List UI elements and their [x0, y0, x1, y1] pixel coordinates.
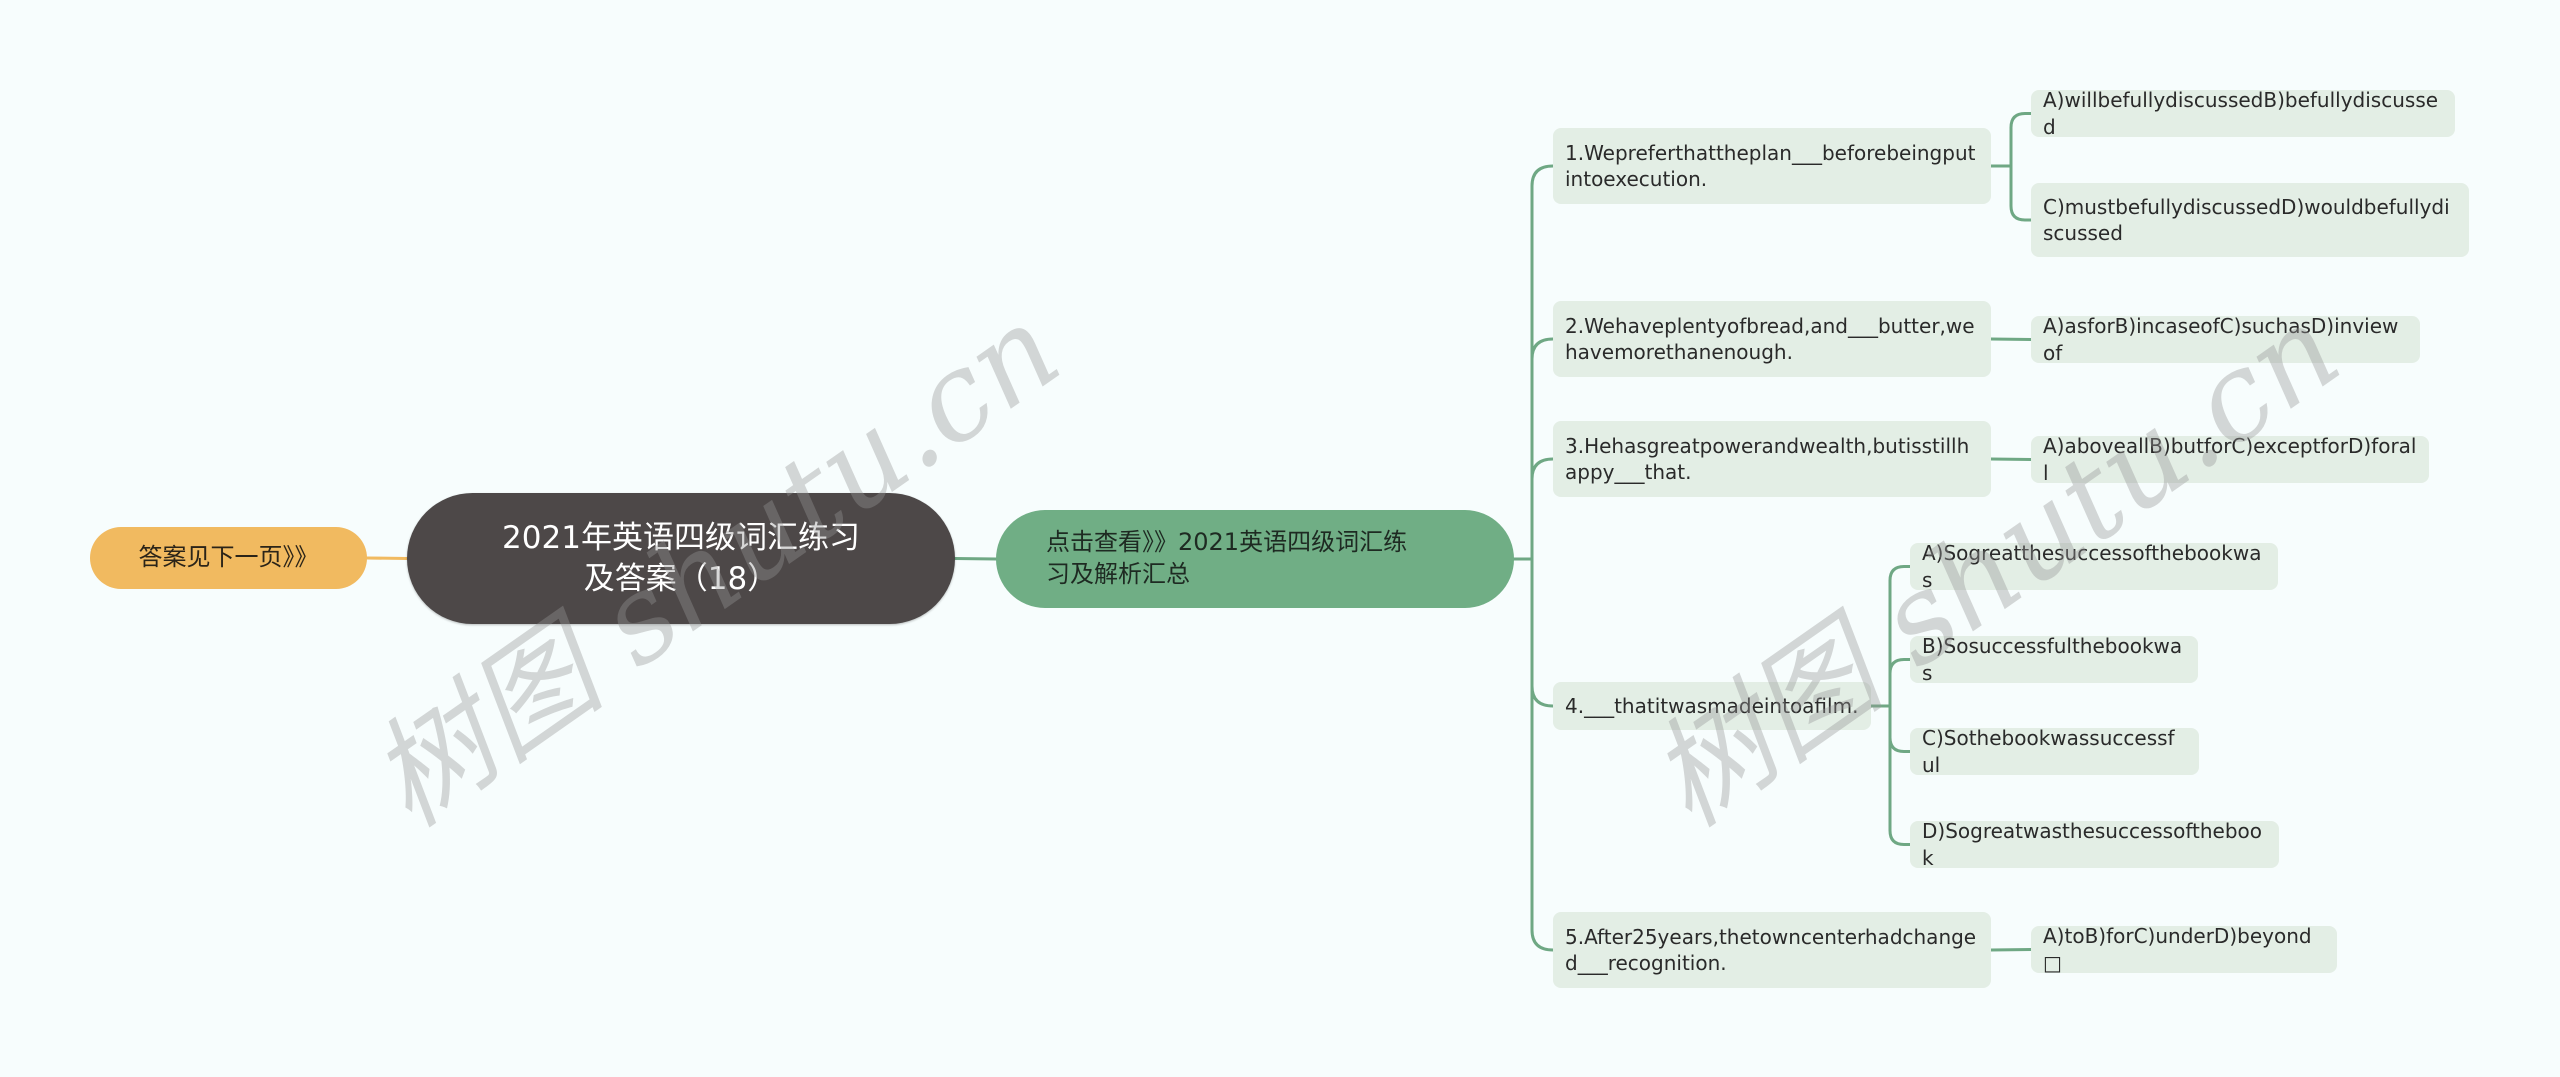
question-text: 4.___thatitwasmadeintoafilm.: [1565, 693, 1859, 718]
option-node[interactable]: A)asforB)incaseofC)suchasD)inviewof: [2031, 314, 2420, 365]
option-node[interactable]: C)Sothebookwassuccessful: [1910, 726, 2199, 777]
link-sub-question-5: [1530, 557, 1555, 952]
answer-next-page-node[interactable]: 答案见下一页》》: [90, 527, 367, 589]
option-node[interactable]: A)Sogreatthesuccessofthebookwas: [1910, 541, 2278, 592]
question-node-5[interactable]: 5.After25years,thetowncenterhadchanged__…: [1553, 912, 1991, 988]
root-topic-line2: 及答案（18）: [583, 560, 779, 597]
option-node[interactable]: A)aboveallB)butforC)exceptforD)forall: [2031, 434, 2429, 485]
summary-link-line1: 点击查看》》2021英语四级词汇练: [1046, 528, 1408, 557]
root-topic-node[interactable]: 2021年英语四级词汇练习 及答案（18）: [407, 493, 955, 624]
link-question-4-option-3: [1888, 704, 1912, 846]
option-text: A)Sogreatthesuccessofthebookwas: [1922, 541, 2262, 592]
option-node[interactable]: A)willbefullydiscussedB)befullydiscussed: [2031, 88, 2455, 139]
question-node-1[interactable]: 1.Wepreferthattheplan___beforebeingputin…: [1553, 128, 1991, 204]
option-text: C)Sothebookwassuccessful: [1922, 726, 2175, 777]
link-question-5-option: [1989, 948, 2033, 952]
link-question-1-option-1: [2009, 164, 2033, 222]
link-question-3-option: [1989, 457, 2033, 461]
summary-link-line2: 习及解析汇总: [1046, 560, 1190, 588]
option-text: A)toB)forC)underD)beyond□: [2043, 924, 2312, 975]
link-sub-question-3: [1530, 457, 1555, 561]
question-node-4[interactable]: 4.___thatitwasmadeintoafilm.: [1553, 682, 1871, 730]
option-node[interactable]: B)Sosuccessfulthebookwas: [1910, 634, 2198, 685]
root-topic-line1: 2021年英语四级词汇练习: [502, 519, 860, 556]
link-question-1-option-0: [2009, 112, 2033, 168]
answer-next-page-label: 答案见下一页》》: [138, 543, 319, 572]
link-sub-question-2: [1530, 337, 1555, 561]
option-text: B)Sosuccessfulthebookwas: [1922, 634, 2183, 685]
summary-link-node[interactable]: 点击查看》》2021英语四级词汇练 习及解析汇总: [996, 510, 1514, 608]
question-text: 5.After25years,thetowncenterhadchanged__…: [1565, 924, 1977, 975]
option-text: A)asforB)incaseofC)suchasD)inviewof: [2043, 314, 2399, 365]
link-question-4-option-0: [1888, 565, 1912, 708]
question-text: 2.Wehaveplentyofbread,and___butter,wehav…: [1565, 313, 1975, 364]
option-text: D)Sogreatwasthesuccessofthebook: [1922, 819, 2263, 870]
question-text: 3.Hehasgreatpowerandwealth,butisstillhap…: [1565, 433, 1970, 484]
option-text: C)mustbefullydiscussedD)wouldbefullydisc…: [2043, 194, 2450, 245]
option-text: A)willbefullydiscussedB)befullydiscussed: [2043, 88, 2439, 139]
link-sub-question-4: [1530, 557, 1555, 708]
link-question-4-option-1: [1888, 658, 1912, 708]
question-node-2[interactable]: 2.Wehaveplentyofbread,and___butter,wehav…: [1553, 301, 1991, 377]
option-text: A)aboveallB)butforC)exceptforD)forall: [2043, 434, 2417, 485]
link-sub-question-1: [1530, 164, 1555, 561]
question-node-3[interactable]: 3.Hehasgreatpowerandwealth,butisstillhap…: [1553, 421, 1991, 497]
link-root-left: [365, 556, 409, 560]
link-root-sub: [953, 557, 998, 561]
link-question-4-option-2: [1888, 704, 1912, 753]
link-question-2-option: [1989, 337, 2033, 341]
option-node[interactable]: C)mustbefullydiscussedD)wouldbefullydisc…: [2031, 183, 2469, 257]
question-text: 1.Wepreferthattheplan___beforebeingputin…: [1565, 140, 1976, 191]
option-node[interactable]: A)toB)forC)underD)beyond□: [2031, 924, 2337, 975]
option-node[interactable]: D)Sogreatwasthesuccessofthebook: [1910, 819, 2279, 870]
